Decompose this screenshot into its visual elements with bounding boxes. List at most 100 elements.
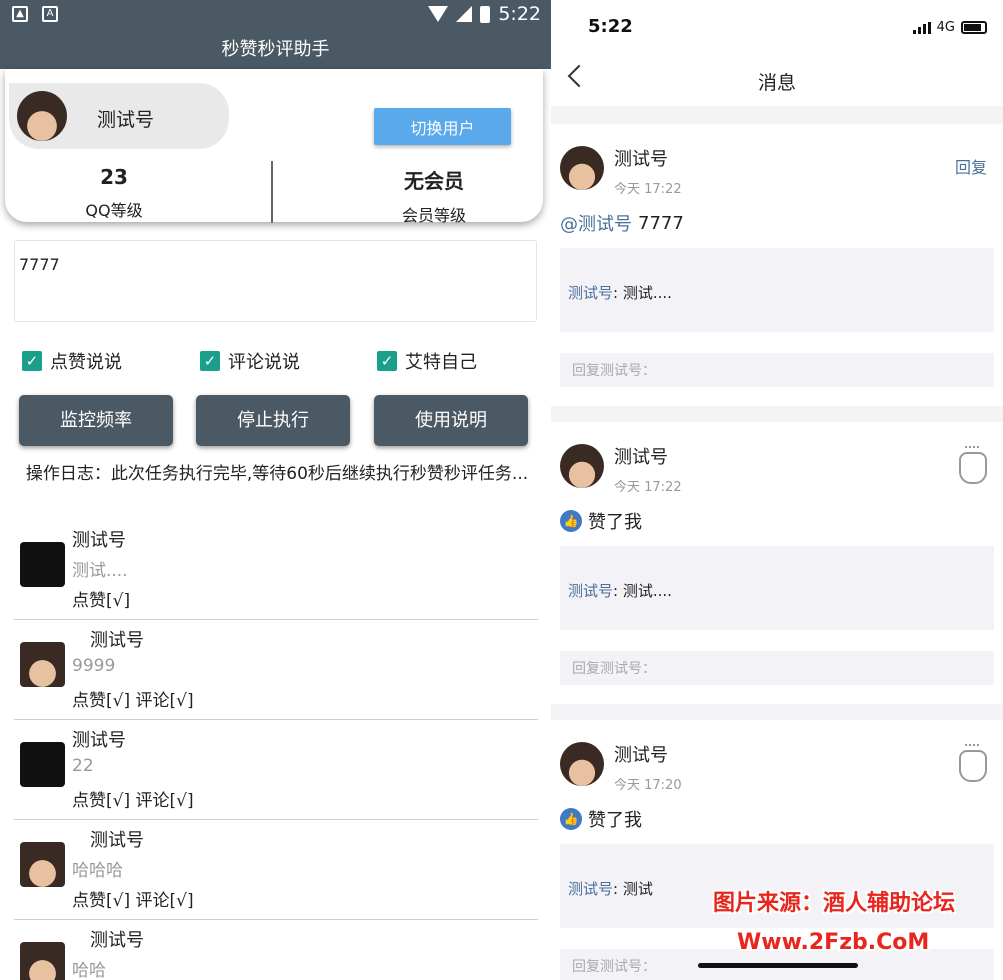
- avatar: [20, 942, 65, 980]
- item-status: 点赞[√]: [72, 591, 131, 611]
- ios-status-bar: 5:22 4G: [551, 0, 1003, 56]
- quoted-post[interactable]: 测试号: 测试....: [560, 248, 994, 332]
- sender-name: 测试号: [614, 745, 668, 766]
- options: ✓ 点赞说说 ✓ 评论说说 ✓ 艾特自己: [22, 348, 542, 374]
- current-user[interactable]: 测试号: [9, 83, 229, 149]
- message-text: 7777: [638, 212, 684, 234]
- item-content: 哈哈: [72, 961, 106, 980]
- android-status-bar: ▲ A 5:22: [0, 0, 551, 30]
- checkbox-label: 艾特自己: [405, 352, 477, 373]
- message-text: 赞了我: [588, 512, 642, 533]
- quote-author: 测试号: [568, 284, 614, 302]
- item-name: 测试号: [72, 730, 126, 751]
- ios-messages-panel: 5:22 4G 消息 测试号 今天 17:22 回复 @测试号 7777 测试号…: [551, 0, 1003, 980]
- vip-level-value: 无会员: [404, 169, 464, 193]
- item-content: 哈哈哈: [72, 861, 123, 881]
- list-item[interactable]: 测试号 22 点赞[√] 评论[√]: [14, 720, 538, 820]
- signal-icon: [912, 21, 931, 34]
- mention-self-checkbox[interactable]: ✓ 艾特自己: [377, 348, 477, 374]
- quote-author: 测试号: [568, 880, 614, 898]
- like-checkbox[interactable]: ✓ 点赞说说: [22, 348, 122, 374]
- quote-text: : 测试: [613, 880, 653, 898]
- message-card: 测试号 今天 17:22 回复 @测试号 7777 测试号: 测试.... 回复…: [551, 124, 1003, 406]
- watermark-source: 图片来源：酒人辅助论坛: [713, 891, 956, 916]
- watermark-url: Www.2Fzb.CoM: [737, 930, 930, 955]
- avatar: [20, 742, 65, 787]
- avatar: [560, 742, 604, 786]
- operation-log: 操作日志：此次任务执行完毕,等待60秒后继续执行秒赞秒评任务...: [25, 464, 529, 484]
- avatar: [560, 146, 604, 190]
- battery-icon: [961, 21, 987, 34]
- reply-input[interactable]: 回复测试号：: [560, 651, 994, 685]
- thumbs-up-icon: 👍: [560, 510, 582, 532]
- screen: ▲ A 5:22 秒赞秒评助手 测试号 切换用户 23 QQ等级 无会员 会员等…: [0, 0, 1003, 980]
- stop-button[interactable]: 停止执行: [196, 395, 350, 446]
- battery-icon: [480, 5, 491, 23]
- message-body: 👍 赞了我: [560, 508, 642, 534]
- sender-name: 测试号: [614, 447, 668, 468]
- avatar: [560, 444, 604, 488]
- check-icon: ✓: [377, 351, 397, 371]
- comment-input[interactable]: 7777: [14, 240, 537, 322]
- item-name: 测试号: [90, 930, 144, 951]
- reply-link[interactable]: 回复: [955, 154, 987, 178]
- thumbs-up-icon: 👍: [560, 808, 582, 830]
- switch-user-button[interactable]: 切换用户: [374, 108, 511, 145]
- mention[interactable]: @测试号: [560, 210, 632, 236]
- avatar: [17, 91, 67, 141]
- qq-level-stat: 23 QQ等级: [45, 165, 183, 221]
- check-icon: ✓: [200, 351, 220, 371]
- comment-checkbox[interactable]: ✓ 评论说说: [200, 348, 300, 374]
- status-time: 5:22: [498, 3, 541, 25]
- network-label: 4G: [936, 20, 955, 35]
- quote-author: 测试号: [568, 582, 614, 600]
- message-body: @测试号 7777: [560, 210, 684, 236]
- sender-name: 测试号: [614, 149, 668, 170]
- list-item[interactable]: 测试号 测试.... 点赞[√]: [14, 520, 538, 620]
- image-notification-icon: ▲: [12, 6, 28, 22]
- qq-level-label: QQ等级: [85, 201, 143, 220]
- item-status: 点赞[√] 评论[√]: [72, 791, 194, 811]
- message-time: 今天 17:20: [614, 778, 682, 793]
- android-app-panel: ▲ A 5:22 秒赞秒评助手 测试号 切换用户 23 QQ等级 无会员 会员等…: [0, 0, 551, 980]
- wifi-icon: [428, 6, 449, 22]
- signal-icon: [456, 6, 473, 22]
- quote-text: : 测试....: [613, 582, 672, 600]
- nav-bar: 消息: [551, 56, 1003, 106]
- quote-text: : 测试....: [613, 284, 672, 302]
- item-content: 9999: [72, 656, 116, 676]
- list-item[interactable]: 测试号 哈哈哈 点赞[√] 评论[√]: [14, 820, 538, 920]
- home-indicator[interactable]: [698, 963, 858, 968]
- avatar: [20, 642, 65, 687]
- monitor-frequency-button[interactable]: 监控频率: [19, 395, 173, 446]
- avatar: [20, 542, 65, 587]
- divider: [271, 161, 273, 223]
- list-item[interactable]: 测试号 9999 点赞[√] 评论[√]: [14, 620, 538, 720]
- vip-level-label: 会员等级: [401, 206, 466, 225]
- checkbox-label: 评论说说: [228, 352, 300, 373]
- instructions-button[interactable]: 使用说明: [374, 395, 528, 446]
- message-time: 今天 17:22: [614, 182, 682, 197]
- user-card: 测试号 切换用户 23 QQ等级 无会员 会员等级: [5, 69, 543, 225]
- qq-level-value: 23: [100, 165, 128, 189]
- status-time: 5:22: [588, 16, 633, 37]
- list-item[interactable]: 测试号 哈哈: [14, 920, 538, 980]
- item-content: 22: [72, 756, 94, 776]
- item-status: 点赞[√] 评论[√]: [72, 691, 194, 711]
- quoted-post[interactable]: 测试号: 测试....: [560, 546, 994, 630]
- message-card: 测试号 今天 17:22 👍 赞了我 测试号: 测试.... 回复测试号：: [551, 422, 1003, 704]
- reply-input[interactable]: 回复测试号：: [560, 353, 994, 387]
- check-icon: ✓: [22, 351, 42, 371]
- wave-hand-icon[interactable]: [959, 446, 987, 484]
- item-name: 测试号: [90, 630, 144, 651]
- item-name: 测试号: [90, 830, 144, 851]
- activity-feed: 测试号 测试.... 点赞[√] 测试号 9999 点赞[√] 评论[√] 测试…: [14, 520, 538, 980]
- font-notification-icon: A: [42, 6, 58, 22]
- item-status: 点赞[√] 评论[√]: [72, 891, 194, 911]
- avatar: [20, 842, 65, 887]
- wave-hand-icon[interactable]: [959, 744, 987, 782]
- user-name: 测试号: [97, 109, 155, 131]
- checkbox-label: 点赞说说: [50, 352, 122, 373]
- item-name: 测试号: [72, 530, 126, 551]
- item-content: 测试....: [72, 561, 128, 581]
